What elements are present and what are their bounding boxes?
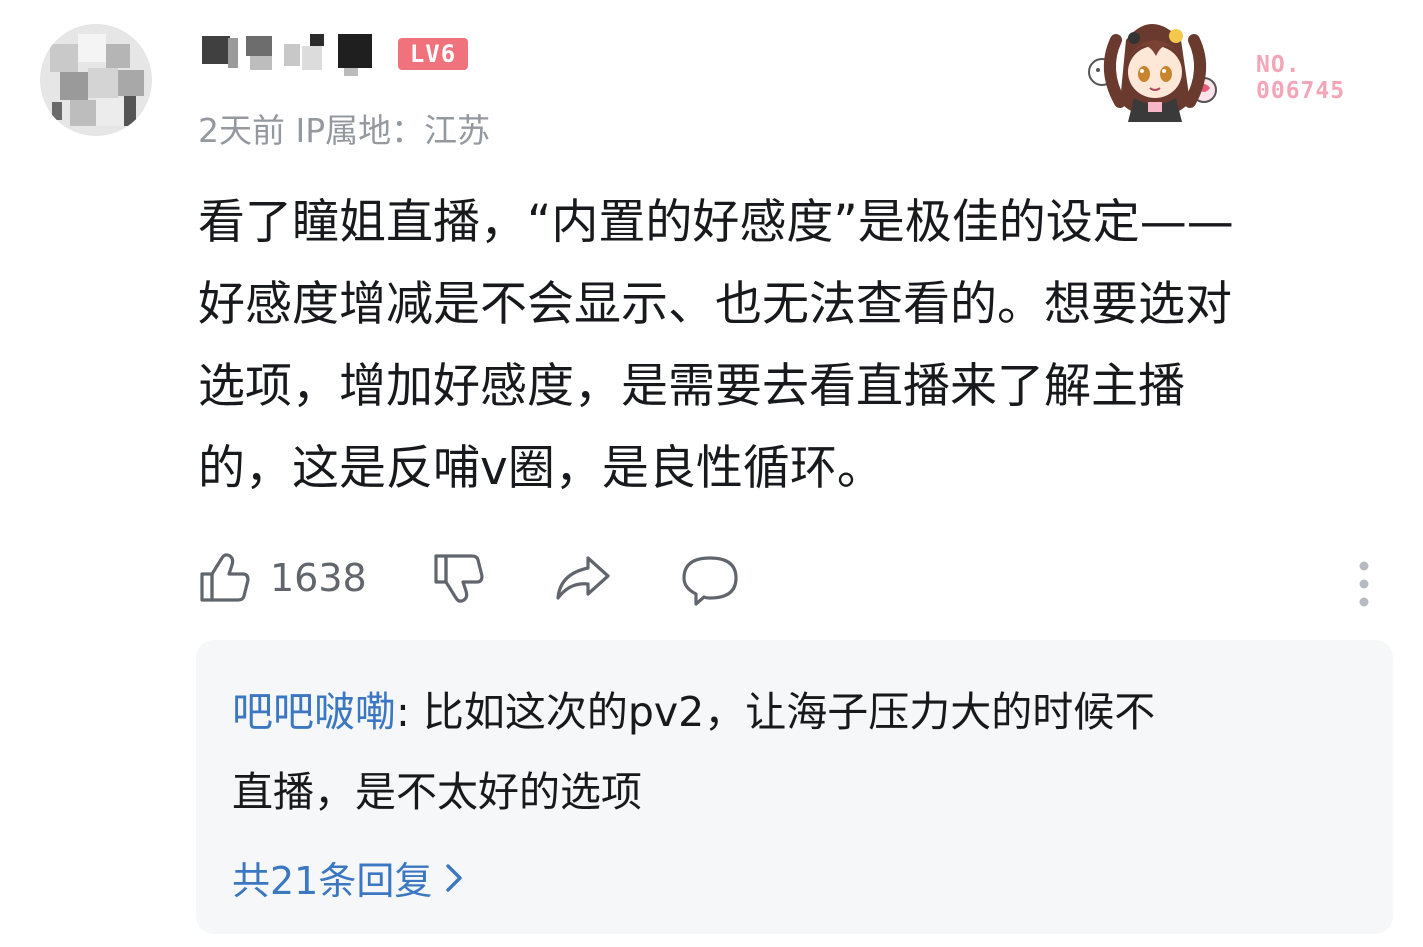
like-icon	[200, 553, 250, 602]
comment-action-bar: 1638	[196, 548, 1396, 608]
reply-item: 吧吧啵嘞: 比如这次的pv2，让海子压力大的时候不 直播，是不太好的选项	[232, 672, 1342, 832]
view-all-replies-link[interactable]: 共21条回复	[232, 850, 464, 905]
like-count: 1638	[270, 556, 367, 600]
reply-preview[interactable]: 吧吧啵嘞: 比如这次的pv2，让海子压力大的时候不 直播，是不太好的选项 共21…	[196, 640, 1393, 934]
more-options-button[interactable]	[1352, 554, 1376, 614]
reply-separator: :	[396, 688, 423, 736]
like-button[interactable]: 1638	[196, 548, 367, 608]
share-icon	[556, 556, 610, 600]
comment-meta: 2天前 IP属地：江苏	[198, 104, 490, 152]
level-badge: LV6	[398, 38, 468, 70]
dislike-button[interactable]	[430, 548, 486, 608]
avatar[interactable]	[40, 24, 152, 136]
fan-badge-number: NO. 006745	[1256, 52, 1346, 104]
comment-time: 2天前	[198, 111, 285, 150]
ip-location: IP属地：江苏	[295, 111, 491, 150]
reply-icon	[682, 556, 738, 606]
view-all-replies-label: 共21条回复	[232, 859, 433, 903]
more-icon	[1359, 561, 1369, 607]
share-button[interactable]	[554, 548, 614, 608]
reply-button[interactable]	[680, 548, 740, 608]
reply-author[interactable]: 吧吧啵嘞	[232, 688, 396, 736]
username[interactable]	[198, 32, 383, 76]
dislike-icon	[434, 554, 484, 603]
chevron-right-icon	[446, 863, 463, 892]
comment-body: 看了瞳姐直播，“内置的好感度”是极佳的设定—— 好感度增减是不会显示、也无法查看…	[198, 195, 1234, 496]
